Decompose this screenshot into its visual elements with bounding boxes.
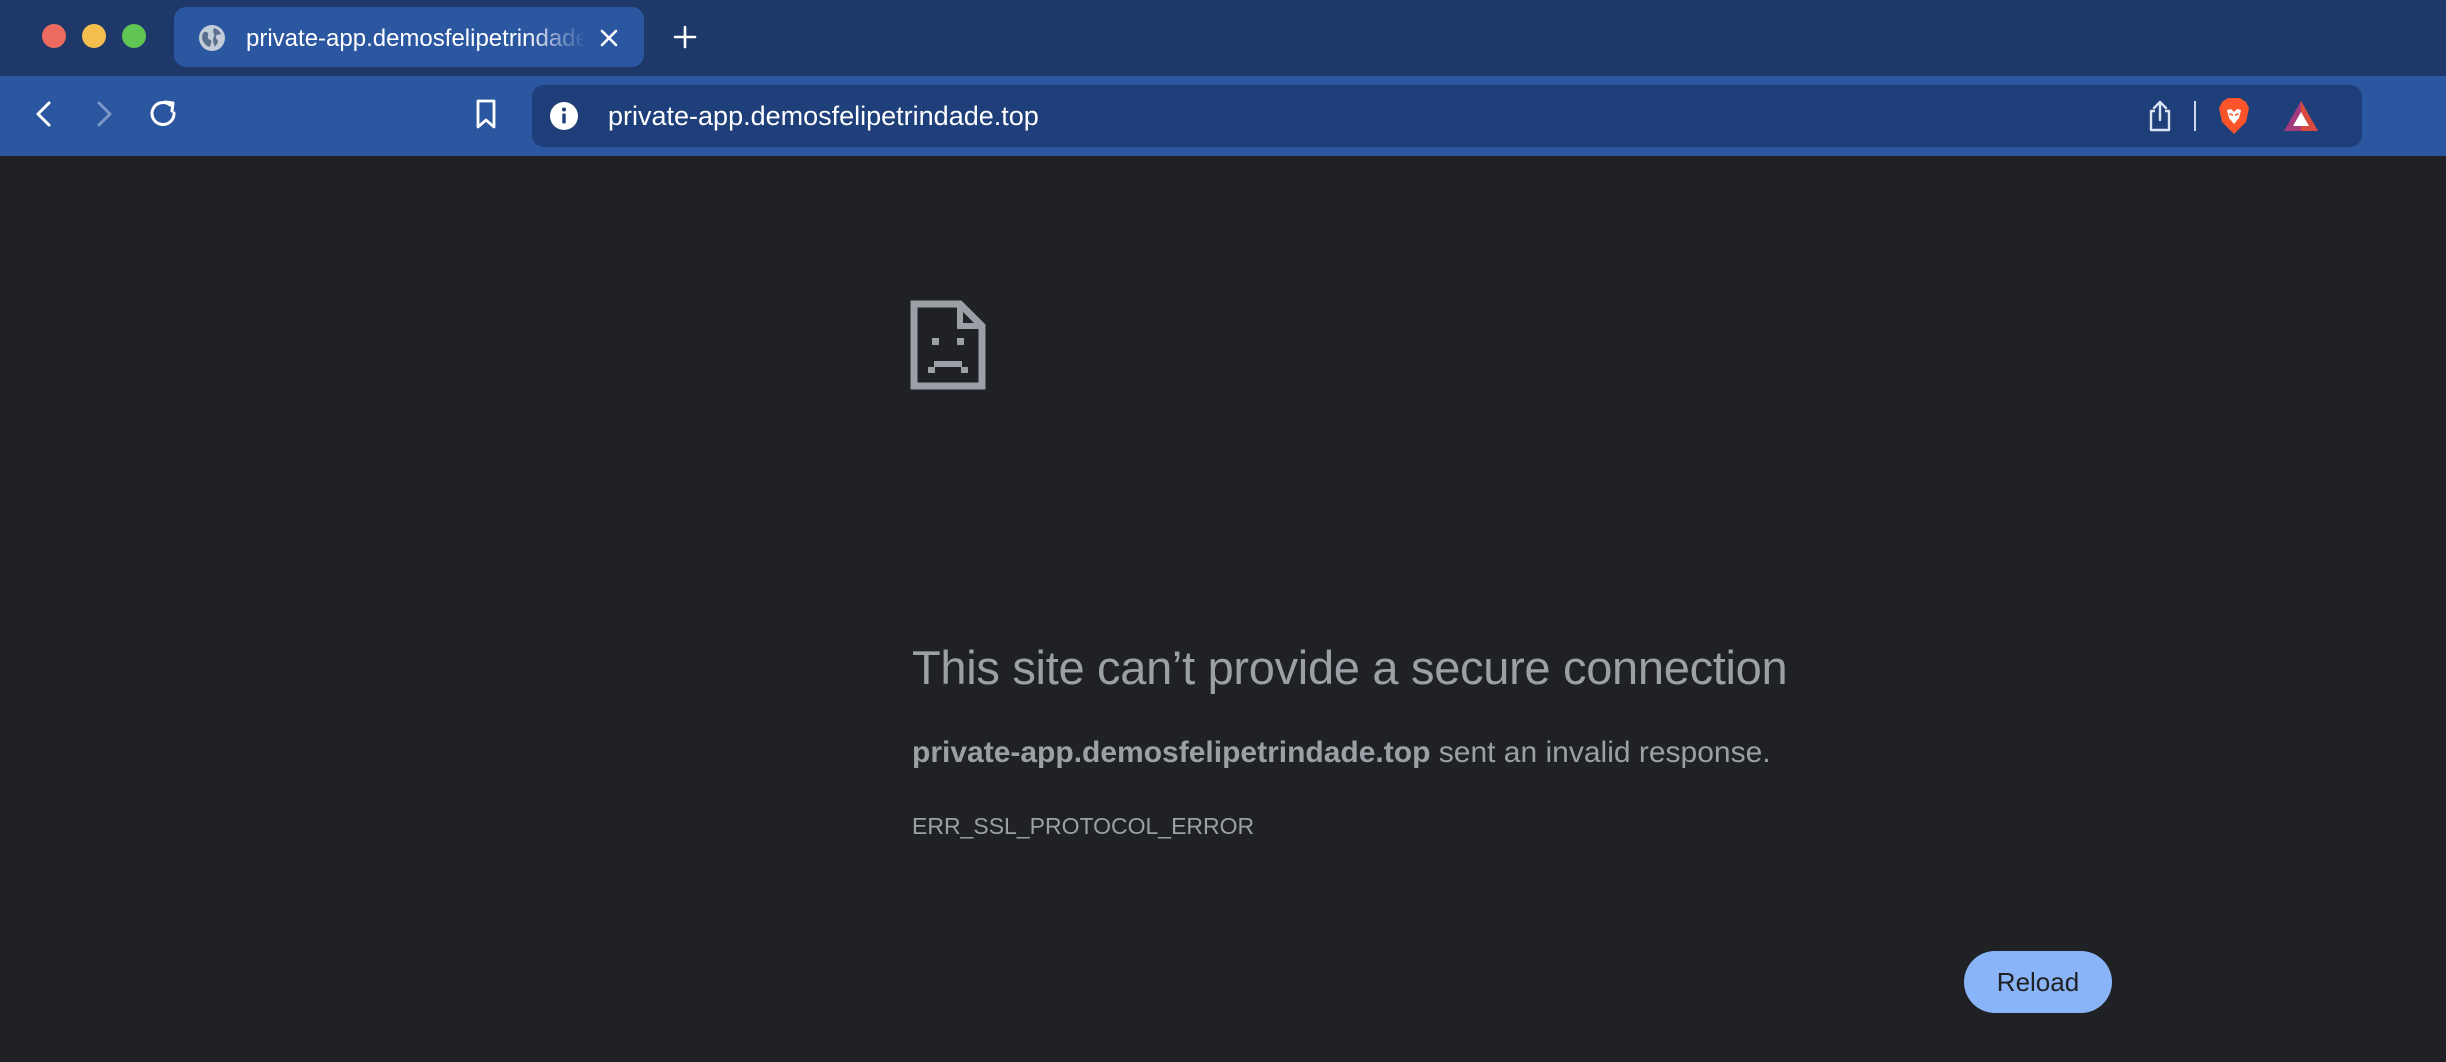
chevron-right-icon <box>97 101 112 127</box>
page-content <box>0 156 2446 1062</box>
reload-page-button[interactable]: Reload <box>1964 951 2112 1013</box>
bookmark-icon <box>476 99 496 129</box>
url-text[interactable]: private-app.demosfelipetrindade.top <box>608 101 1039 131</box>
close-icon[interactable] <box>596 25 622 51</box>
error-message-suffix: sent an invalid response. <box>1430 736 1771 769</box>
reload-button[interactable] <box>144 94 184 134</box>
share-icon[interactable] <box>2142 98 2178 134</box>
new-tab-button[interactable] <box>668 20 702 54</box>
brave-rewards-triangle-icon[interactable] <box>2282 98 2320 134</box>
window-zoom-button[interactable] <box>122 24 146 48</box>
window-close-button[interactable] <box>42 24 66 48</box>
toolbar-divider <box>2194 101 2196 131</box>
error-message: private-app.demosfelipetrindade.top sent… <box>912 734 1771 772</box>
error-host: private-app.demosfelipetrindade.top <box>912 736 1431 769</box>
window-minimize-button[interactable] <box>82 24 106 48</box>
bookmark-button[interactable] <box>466 94 506 134</box>
chevron-left-icon <box>36 101 51 127</box>
brave-lion-icon[interactable] <box>2216 96 2252 136</box>
browser-toolbar: private-app.demosfelipetrindade.top <box>0 76 2446 156</box>
plus-icon <box>673 25 697 49</box>
forward-button[interactable] <box>84 94 124 134</box>
tab-strip: private-app.demosfelipetrindade.top <box>0 0 2446 76</box>
tab-title: private-app.demosfelipetrindade.top <box>246 25 586 52</box>
active-tab[interactable]: private-app.demosfelipetrindade.top <box>174 7 644 67</box>
error-code: ERR_SSL_PROTOCOL_ERROR <box>912 813 1255 839</box>
reload-icon <box>150 100 176 126</box>
info-icon[interactable] <box>548 100 580 132</box>
globe-icon <box>198 24 226 52</box>
sad-document-icon <box>910 300 986 390</box>
error-heading: This site can’t provide a secure connect… <box>912 641 1788 694</box>
back-button[interactable] <box>24 94 64 134</box>
address-bar[interactable]: private-app.demosfelipetrindade.top <box>532 85 2362 147</box>
